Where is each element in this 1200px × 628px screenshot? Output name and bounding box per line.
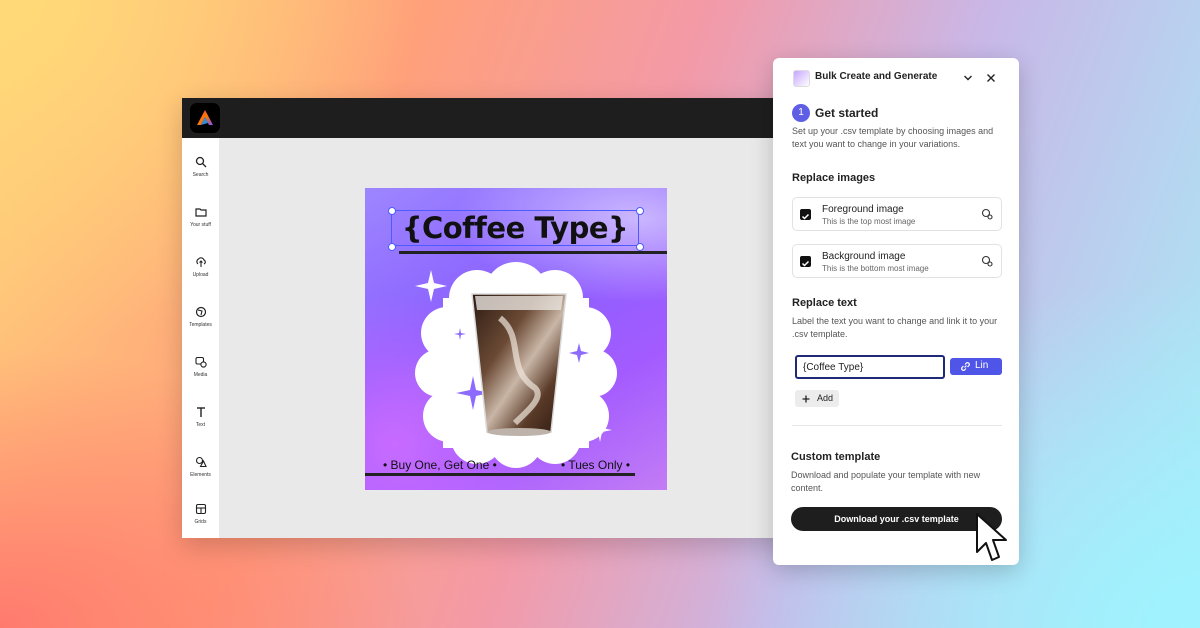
bulk-create-panel: Bulk Create and Generate 1 Get started S… [773, 58, 1019, 565]
divider [792, 425, 1002, 426]
image-settings-icon[interactable] [981, 208, 993, 220]
sidebar-item-label: Media [193, 372, 208, 378]
sidebar-item-text[interactable]: Text [182, 406, 219, 428]
foreground-title: Foreground image [822, 204, 904, 215]
sidebar-item-label: Grids [194, 519, 207, 525]
background-checkbox[interactable] [800, 256, 811, 267]
checkmark-icon [801, 213, 810, 220]
chevron-down-icon[interactable] [963, 73, 973, 83]
sidebar-item-label: Upload [192, 272, 209, 278]
add-text-button[interactable]: Add [795, 390, 839, 407]
panel-title: Bulk Create and Generate [815, 71, 938, 82]
custom-template-description: Download and populate your template with… [791, 470, 981, 493]
background-image-option[interactable]: Background image This is the bottom most… [792, 244, 1002, 278]
foreground-checkbox[interactable] [800, 209, 811, 220]
templates-icon [195, 306, 206, 318]
sidebar-item-templates[interactable]: Templates [182, 306, 219, 328]
cloud-and-coffee-image[interactable] [365, 188, 667, 490]
media-icon [194, 356, 207, 368]
sidebar-item-label: Templates [189, 322, 212, 328]
grids-icon [195, 503, 206, 515]
add-button-label: Add [817, 393, 834, 403]
get-started-description: Set up your .csv template by choosing im… [792, 126, 994, 149]
background-subtitle: This is the bottom most image [822, 264, 929, 273]
design-canvas[interactable]: {Coffee Type} • Buy One, Get One • • Tue… [365, 188, 667, 490]
get-started-heading: Get started [815, 106, 879, 120]
close-icon[interactable] [986, 73, 996, 83]
bulk-create-icon [793, 70, 810, 87]
checkmark-icon [801, 260, 810, 267]
background-title: Background image [822, 251, 906, 262]
sidebar-item-your-stuff[interactable]: Your stuff [182, 206, 219, 228]
elements-icon [195, 456, 207, 468]
top-bar [182, 98, 822, 138]
search-icon [195, 156, 206, 168]
sidebar-item-label: Your stuff [190, 222, 211, 228]
replace-text-heading: Replace text [792, 297, 857, 309]
upload-icon [195, 257, 206, 267]
sidebar-item-grids[interactable]: Grids [182, 503, 219, 525]
sidebar-item-media[interactable]: Media [182, 356, 219, 378]
mouse-cursor-icon [976, 513, 1007, 561]
sidebar-item-label: Text [195, 422, 206, 428]
step-badge: 1 [792, 104, 810, 122]
text-icon [196, 407, 205, 417]
express-logo-icon [197, 110, 213, 125]
sidebar-item-label: Elements [190, 472, 211, 478]
sidebar-item-elements[interactable]: Elements [182, 456, 219, 478]
plus-icon [802, 395, 810, 402]
footer-underline [365, 473, 635, 476]
sidebar-item-label: Search [192, 172, 209, 178]
foreground-image-option[interactable]: Foreground image This is the top most im… [792, 197, 1002, 231]
foreground-subtitle: This is the top most image [822, 217, 916, 226]
custom-template-heading: Custom template [791, 451, 881, 463]
footer-left-text[interactable]: • Buy One, Get One • [383, 458, 497, 472]
link-button-label: Lin [975, 360, 989, 371]
replace-text-description: Label the text you want to change and li… [792, 316, 998, 339]
footer-right-text[interactable]: • Tues Only • [561, 458, 630, 472]
link-icon [961, 362, 970, 371]
folder-icon [194, 208, 207, 217]
replace-images-heading: Replace images [792, 172, 876, 184]
text-label-input[interactable] [795, 355, 945, 379]
adobe-express-logo[interactable] [190, 103, 220, 133]
sidebar-item-search[interactable]: Search [182, 156, 219, 178]
download-csv-button[interactable]: Download your .csv template [791, 507, 1002, 531]
link-button[interactable]: Lin [950, 358, 1002, 375]
left-rail: Search Your stuff Upload Templates Media… [182, 138, 219, 538]
image-settings-icon[interactable] [981, 255, 993, 267]
sidebar-item-upload[interactable]: Upload [182, 256, 219, 278]
